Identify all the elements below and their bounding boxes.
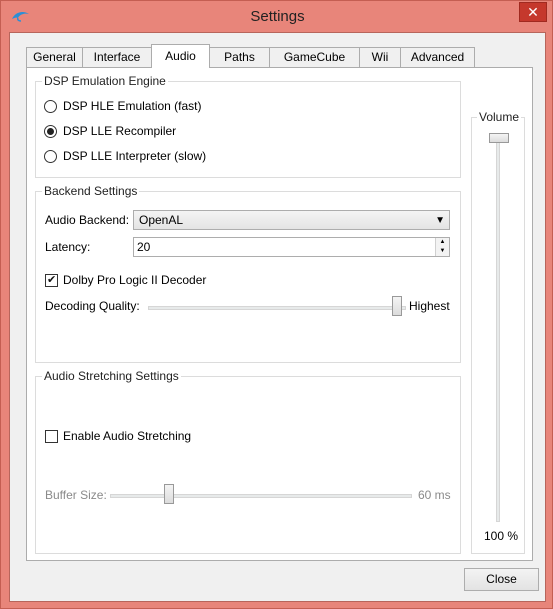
dolby-checkbox[interactable] [45,273,58,287]
dolby-checkbox-row[interactable]: Dolby Pro Logic II Decoder [45,273,206,287]
stretching-group: Audio Stretching Settings Enable Audio S… [35,369,461,554]
audio-backend-label: Audio Backend: [45,213,130,227]
buffer-size-value: 60 ms [418,488,451,502]
window-title: Settings [250,8,305,25]
tab-general[interactable]: General [26,47,83,67]
chevron-down-icon: ▼ [435,215,445,226]
tab-advanced[interactable]: Advanced [400,47,475,67]
dialog-client: General Interface Audio Paths GameCube W… [9,32,546,602]
decoding-quality-label: Decoding Quality: [45,299,140,313]
backend-group: Backend Settings Audio Backend: OpenAL ▼… [35,184,461,363]
tab-interface[interactable]: Interface [82,47,152,67]
enable-stretching-row[interactable]: Enable Audio Stretching [45,429,191,443]
tab-wii[interactable]: Wii [359,47,401,67]
enable-stretching-checkbox[interactable] [45,429,58,443]
dsp-option-lle-recompiler[interactable]: DSP LLE Recompiler [44,124,176,138]
dsp-option-hle-label: DSP HLE Emulation (fast) [63,99,202,113]
dsp-option-lle-interpreter-label: DSP LLE Interpreter (slow) [63,149,207,163]
dsp-option-lle-interpreter[interactable]: DSP LLE Interpreter (slow) [44,149,206,163]
latency-spinbox[interactable]: 20 ▲ ▼ [133,237,450,257]
window-close-button[interactable]: ✕ [519,2,547,22]
tab-gamecube[interactable]: GameCube [269,47,360,67]
audio-backend-select[interactable]: OpenAL ▼ [133,210,450,230]
volume-group-label: Volume [477,110,522,124]
buffer-size-track[interactable] [110,494,412,498]
radio-lle-interpreter[interactable] [44,149,57,163]
volume-slider-thumb[interactable] [489,133,509,143]
dsp-option-hle[interactable]: DSP HLE Emulation (fast) [44,99,202,113]
volume-group: Volume 100 % [471,110,525,554]
volume-track[interactable] [496,140,500,522]
audio-pane: DSP Emulation Engine DSP HLE Emulation (… [26,67,533,561]
stretching-group-label: Audio Stretching Settings [42,369,181,383]
dsp-option-lle-recompiler-label: DSP LLE Recompiler [63,124,177,138]
dsp-group-label: DSP Emulation Engine [42,74,168,88]
close-button[interactable]: Close [464,568,539,591]
volume-value: 100 % [484,529,519,543]
audio-backend-value: OpenAL [139,213,184,227]
decoding-quality-slider-thumb[interactable] [392,296,402,316]
radio-lle-recompiler[interactable] [44,124,57,138]
settings-window: Settings ✕ General Interface Audio Paths… [0,0,553,609]
buffer-size-slider-thumb[interactable] [164,484,174,504]
tab-audio[interactable]: Audio [151,44,210,68]
backend-group-label: Backend Settings [42,184,140,198]
title-bar[interactable]: Settings ✕ [1,1,553,33]
radio-hle[interactable] [44,99,57,113]
decoding-quality-track[interactable] [148,306,406,310]
latency-label: Latency: [45,240,91,254]
dolby-label: Dolby Pro Logic II Decoder [63,273,207,287]
tab-paths[interactable]: Paths [209,47,270,67]
enable-stretching-label: Enable Audio Stretching [63,429,192,443]
buffer-size-label: Buffer Size: [45,488,107,502]
spin-arrows-icon[interactable]: ▲ ▼ [435,238,449,256]
dsp-group: DSP Emulation Engine DSP HLE Emulation (… [35,74,461,178]
decoding-quality-value: Highest [409,299,450,313]
latency-value: 20 [137,240,151,254]
